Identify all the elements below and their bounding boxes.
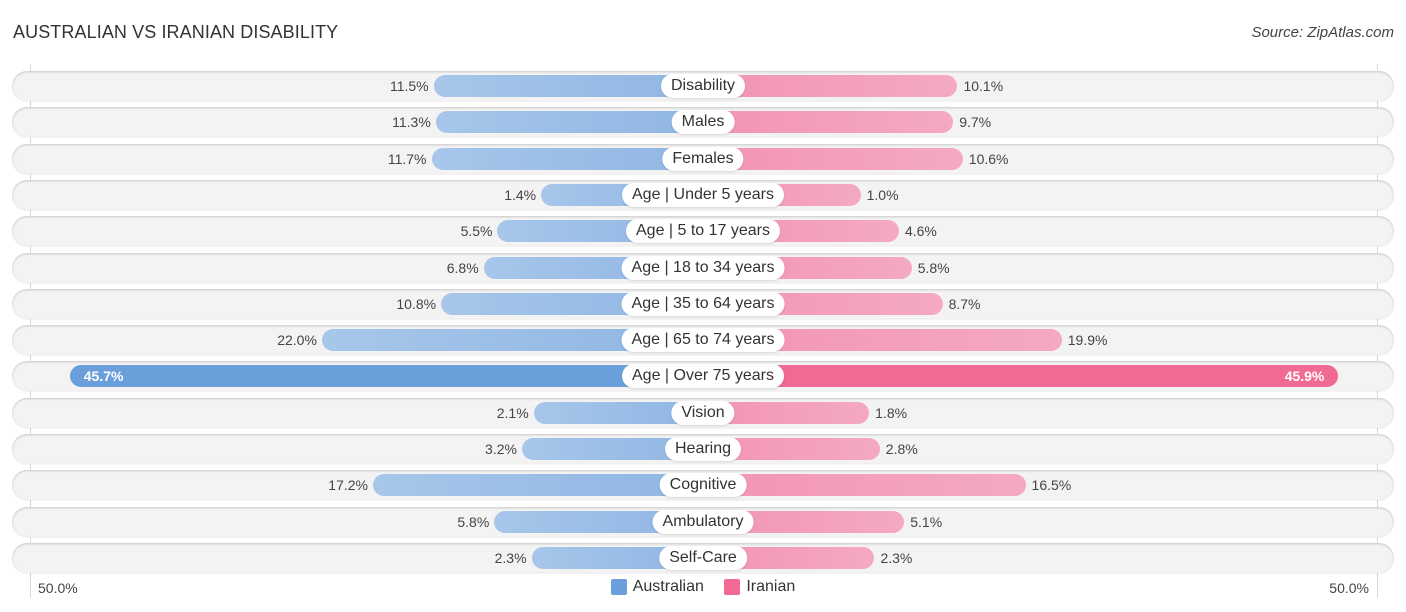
value-label-iranian: 8.7%: [948, 295, 981, 312]
chart-row: 10.8% 8.7% Age | 35 to 64 years: [12, 288, 1394, 319]
legend-label-iranian: Iranian: [746, 578, 796, 595]
value-label-australian: 11.7%: [387, 150, 427, 167]
value-label-iranian: 10.6%: [968, 150, 1009, 167]
value-label-iranian: 10.1%: [963, 78, 1004, 94]
value-label-australian: 2.1%: [496, 404, 529, 421]
category-label: Age | Under 5 years: [621, 182, 785, 207]
value-label-iranian: 5.1%: [910, 513, 943, 530]
bar-australian[interactable]: [69, 365, 703, 388]
chart-row: 2.3% 2.3% Self-Care: [12, 542, 1394, 573]
value-label-australian: 10.8%: [396, 295, 437, 312]
value-label-australian: 17.2%: [328, 477, 368, 494]
value-label-australian: 3.2%: [485, 441, 517, 457]
source-label: Source: ZipAtlas.com: [1251, 24, 1394, 41]
value-label-australian: 2.3%: [494, 549, 527, 566]
chart-title: AUSTRALIAN VS IRANIAN DISABILITY: [13, 22, 339, 42]
chart-row: 45.7% 45.9% Age | Over 75 years: [12, 361, 1394, 392]
category-label: Disability: [660, 74, 746, 98]
chart-row: 5.5% 4.6% Age | 5 to 17 years: [12, 216, 1394, 247]
category-label: Age | 18 to 34 years: [621, 255, 785, 280]
category-label: Age | 5 to 17 years: [625, 219, 781, 244]
value-label-iranian: 5.8%: [917, 259, 950, 276]
bar-australian[interactable]: [372, 474, 703, 497]
category-label: Females: [662, 146, 744, 171]
category-label: Males: [671, 110, 735, 135]
category-label: Age | 65 to 74 years: [621, 328, 785, 353]
value-label-australian: 45.7%: [83, 368, 124, 385]
legend-swatch-australian: [610, 579, 627, 595]
value-label-australian: 11.3%: [392, 114, 431, 131]
chart-row: 22.0% 19.9% Age | 65 to 74 years: [12, 325, 1394, 356]
chart-row: 11.5% 10.1% Disability: [12, 71, 1394, 101]
value-label-iranian: 1.0%: [866, 186, 899, 203]
chart-row: 1.4% 1.0% Age | Under 5 years: [12, 179, 1394, 210]
value-label-australian: 5.8%: [457, 513, 490, 530]
chart-row: 3.2% 2.8% Hearing: [12, 434, 1394, 464]
category-label: Age | 35 to 64 years: [621, 291, 785, 316]
value-label-australian: 11.5%: [389, 78, 429, 94]
chart-row: 5.8% 5.1% Ambulatory: [12, 506, 1394, 537]
category-label: Self-Care: [659, 545, 747, 570]
bar-iranian[interactable]: [703, 474, 1026, 497]
legend: Australian Iranian: [0, 578, 1406, 600]
category-label: Age | Over 75 years: [622, 364, 784, 389]
value-label-australian: 22.0%: [277, 332, 317, 349]
category-label: Cognitive: [659, 473, 747, 498]
chart-row: 11.7% 10.6% Females: [12, 143, 1394, 174]
bar-iranian[interactable]: [703, 365, 1339, 388]
legend-label-australian: Australian: [632, 578, 704, 595]
value-label-iranian: 4.6%: [904, 223, 937, 240]
legend-swatch-iranian: [724, 579, 741, 595]
category-label: Ambulatory: [652, 509, 754, 534]
value-label-iranian: 16.5%: [1031, 477, 1072, 494]
legend-item-iranian[interactable]: Iranian: [724, 578, 795, 596]
value-label-iranian: 2.8%: [885, 441, 918, 457]
value-label-australian: 6.8%: [446, 259, 479, 276]
value-label-australian: 1.4%: [504, 186, 537, 203]
chart-row: 2.1% 1.8% Vision: [12, 397, 1394, 428]
category-label: Vision: [671, 400, 735, 425]
chart-row: 6.8% 5.8% Age | 18 to 34 years: [12, 252, 1394, 283]
bar-australian[interactable]: [435, 111, 703, 134]
chart-row: 11.3% 9.7% Males: [12, 107, 1394, 138]
value-label-iranian: 9.7%: [959, 114, 992, 131]
bar-iranian[interactable]: [703, 111, 954, 134]
chart-row: 17.2% 16.5% Cognitive: [12, 470, 1394, 501]
value-label-australian: 5.5%: [460, 223, 493, 240]
value-label-iranian: 45.9%: [1284, 368, 1325, 385]
legend-item-australian[interactable]: Australian: [610, 578, 704, 596]
category-label: Hearing: [664, 437, 742, 461]
value-label-iranian: 1.8%: [875, 404, 908, 421]
value-label-iranian: 19.9%: [1067, 332, 1108, 349]
value-label-iranian: 2.3%: [880, 549, 913, 566]
